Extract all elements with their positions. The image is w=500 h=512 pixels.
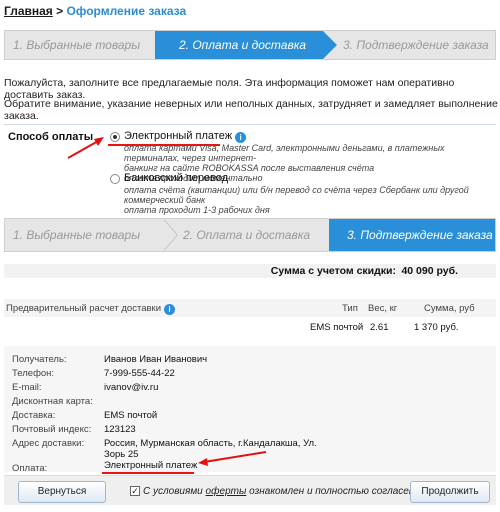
continue-button[interactable]: Продолжить: [410, 481, 490, 503]
shipping-row-type: EMS почтой: [310, 322, 364, 333]
shipping-col-weight: Вес, кг: [368, 303, 398, 314]
detail-label: Оплата:: [12, 463, 48, 474]
footer-actions: Вернуться ✓ С условиями оферты ознакомле…: [4, 475, 496, 505]
checkout-steps-top: 1. Выбранные товары 2. Оплата и доставка…: [4, 30, 496, 60]
payment-option-bank-label[interactable]: Банковский перевод: [124, 172, 228, 184]
payment-method-title: Способ оплаты: [8, 131, 94, 143]
offer-link[interactable]: оферты: [206, 486, 247, 497]
step-confirmation[interactable]: 3. Подтверждение заказа: [323, 31, 495, 59]
payment-option-bank-radio[interactable]: [110, 174, 120, 184]
detail-value: ivanov@iv.ru: [104, 382, 159, 393]
agree-checkbox[interactable]: ✓: [130, 486, 140, 496]
detail-value: EMS почтой: [104, 410, 158, 421]
payment-option-electronic-radio[interactable]: [110, 132, 120, 142]
summary-value: 40 090 руб.: [401, 265, 458, 277]
breadcrumb-home-link[interactable]: Главная: [4, 4, 53, 18]
detail-label: Доставка:: [12, 410, 56, 421]
back-button[interactable]: Вернуться: [18, 481, 106, 503]
shipping-row-weight: 2.61: [370, 322, 389, 333]
step-label: 2. Оплата и доставка: [183, 228, 311, 242]
info-icon[interactable]: i: [235, 132, 247, 143]
info-text-2: Обратите внимание, указание неверных или…: [4, 98, 498, 122]
step-label: 3. Подтверждение заказа: [347, 228, 493, 242]
shipping-header: Предварительный расчет доставки i Тип Вес…: [4, 299, 496, 317]
detail-value: Иванов Иван Иванович: [104, 354, 208, 365]
payment-method-section: Способ оплаты Электронный платеж i оплата…: [4, 124, 496, 215]
detail-value: Электронный платеж: [104, 460, 198, 471]
detail-value: Россия, Мурманская область, г.Кандалакша…: [104, 438, 317, 460]
step-selected-items[interactable]: 1. Выбранные товары: [5, 31, 170, 59]
step-selected-items[interactable]: 1. Выбранные товары: [5, 219, 178, 251]
address-line: Россия, Мурманская область, г.Кандалакша…: [104, 438, 317, 449]
step-label: 2. Оплата и доставка: [179, 38, 307, 52]
shipping-title-text: Предварительный расчет доставки: [6, 303, 162, 314]
shipping-col-type: Тип: [342, 303, 358, 314]
agree-text-post: ознакомлен и полностью согласен: [249, 486, 415, 497]
detail-label: Почтовый индекс:: [12, 424, 92, 435]
agree-text: С условиями оферты ознакомлен и полность…: [143, 486, 414, 497]
payment-option-bank-desc: оплата счёта (квитанции) или б/н перевод…: [124, 185, 496, 215]
breadcrumb: Главная > Оформление заказа: [4, 4, 186, 18]
detail-label: Получатель:: [12, 354, 67, 365]
step-payment-delivery[interactable]: 2. Оплата и доставка: [155, 31, 337, 59]
step-confirmation[interactable]: 3. Подтверждение заказа: [329, 219, 495, 251]
info-icon[interactable]: i: [164, 304, 176, 315]
annotation-underline: [102, 472, 194, 474]
agree-text-pre: С условиями: [143, 486, 203, 497]
payment-option-electronic-text: Электронный платеж: [124, 130, 233, 142]
shipping-row-sum: 1 370 руб.: [414, 322, 459, 333]
checkout-steps-bottom: 1. Выбранные товары 2. Оплата и доставка…: [4, 218, 496, 252]
shipping-col-sum: Сумма, руб: [424, 303, 475, 314]
shipping-title: Предварительный расчет доставки i: [6, 303, 176, 315]
desc-line: оплата проходит 1-3 рабочих дня: [124, 205, 270, 215]
step-label: 3. Подтверждение заказа: [343, 38, 489, 52]
detail-label: Дисконтная карта:: [12, 396, 93, 407]
summary-label: Сумма с учетом скидки:: [270, 265, 396, 277]
detail-label: E-mail:: [12, 382, 42, 393]
step-label: 1. Выбранные товары: [13, 228, 141, 242]
detail-value: 123123: [104, 424, 136, 435]
detail-value: 7-999-555-44-22: [104, 368, 175, 379]
address-line: Зорь 25: [104, 449, 139, 460]
detail-label: Адрес доставки:: [12, 438, 85, 449]
breadcrumb-current: Оформление заказа: [66, 4, 187, 18]
payment-option-electronic-label[interactable]: Электронный платеж i: [124, 130, 247, 143]
step-label: 1. Выбранные товары: [13, 38, 141, 52]
breadcrumb-separator: >: [56, 4, 64, 18]
desc-line: оплата счёта (квитанции) или б/н перевод…: [124, 185, 469, 205]
order-summary: Сумма с учетом скидки: 40 090 руб.: [4, 264, 496, 278]
step-payment-delivery[interactable]: 2. Оплата и доставка: [163, 219, 329, 251]
order-details: Получатель: Иванов Иван Иванович Телефон…: [4, 346, 496, 474]
detail-label: Телефон:: [12, 368, 55, 379]
desc-line: оплата картами Visa, Master Card, электр…: [124, 143, 445, 163]
